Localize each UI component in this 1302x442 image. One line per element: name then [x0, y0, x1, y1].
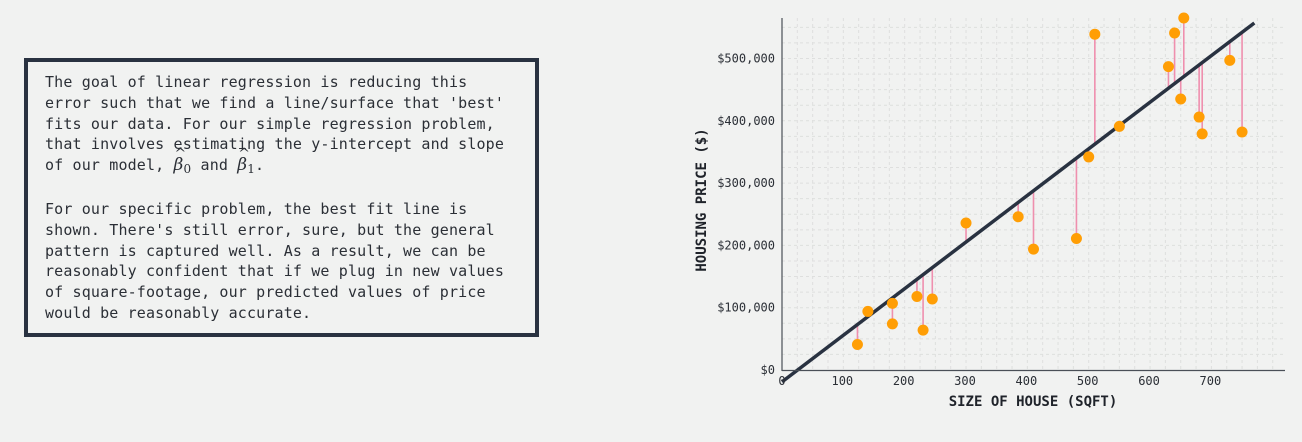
data-point	[1113, 120, 1125, 132]
data-point	[960, 217, 972, 229]
data-point	[1083, 151, 1095, 163]
data-point	[1175, 93, 1187, 105]
x-tick-label: 400	[1016, 374, 1038, 388]
y-axis-title: HOUSING PRICE ($)	[694, 128, 710, 271]
data-point	[926, 293, 938, 305]
y-tick-label: $400,000	[717, 114, 775, 128]
data-point	[1178, 12, 1190, 24]
x-tick-label: 700	[1200, 374, 1222, 388]
data-point	[1193, 111, 1205, 123]
data-point	[862, 305, 874, 317]
data-point	[1028, 243, 1039, 255]
data-point	[886, 318, 898, 330]
data-point	[1169, 27, 1181, 39]
y-tick-label: $0	[761, 363, 775, 377]
x-axis-title: SIZE OF HOUSE (SQFT)	[949, 394, 1118, 410]
y-tick-label: $500,000	[717, 51, 775, 65]
data-point	[886, 297, 898, 309]
regression-chart: 0 100 200 300 400 500 600 700 $0 $100,000 $200,000…	[694, 12, 1285, 410]
x-tick-label: 500	[1077, 374, 1099, 388]
regression-line	[780, 21, 1256, 384]
data-point	[1070, 233, 1082, 245]
data-point	[1196, 128, 1208, 140]
y-tick-label: $300,000	[717, 176, 775, 190]
x-tick-label: 0	[778, 374, 785, 388]
y-tick-label: $100,000	[717, 301, 775, 315]
data-point	[1089, 28, 1101, 40]
data-point	[1236, 126, 1248, 138]
data-point	[917, 324, 929, 336]
y-tick-label: $200,000	[717, 238, 775, 252]
data-point	[1012, 211, 1024, 223]
data-point	[1162, 61, 1174, 73]
data-point	[1224, 54, 1236, 66]
x-tick-label: 200	[893, 374, 915, 388]
x-tick-label: 300	[954, 374, 976, 388]
data-point	[911, 290, 923, 302]
data-point	[851, 338, 863, 350]
x-tick-label: 100	[831, 374, 853, 388]
x-tick-label: 600	[1138, 374, 1160, 388]
